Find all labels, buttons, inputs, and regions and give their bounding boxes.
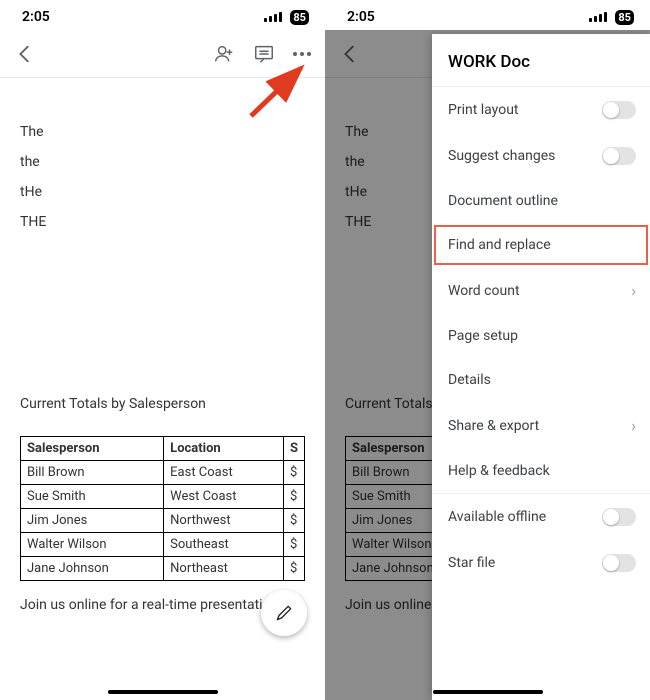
table-header: S [283, 437, 304, 461]
menu-available-offline[interactable]: Available offline [432, 494, 650, 540]
add-person-icon[interactable] [213, 43, 235, 65]
status-bar: 2:05 85 [0, 0, 325, 30]
menu-star-file[interactable]: Star file [432, 540, 650, 586]
document-body: The the tHe THE Current Totals by Salesp… [0, 78, 325, 613]
home-indicator [108, 690, 218, 694]
menu-label: Share & export [448, 418, 539, 434]
status-time: 2:05 [347, 9, 375, 25]
table-row: Bill BrownEast Coast$ [21, 461, 305, 485]
menu-word-count[interactable]: Word count › [432, 267, 650, 314]
doc-text: tHe [20, 184, 305, 200]
toggle-icon[interactable] [602, 147, 636, 165]
menu-suggest-changes[interactable]: Suggest changes [432, 133, 650, 179]
menu-label: Find and replace [448, 237, 551, 253]
chevron-right-icon: › [631, 281, 636, 300]
doc-text: the [20, 154, 305, 170]
comment-icon[interactable] [253, 43, 275, 65]
pencil-icon [274, 603, 294, 623]
menu-details[interactable]: Details [432, 358, 650, 402]
battery-icon: 85 [290, 10, 309, 25]
battery-icon: 85 [615, 10, 634, 25]
menu-label: Page setup [448, 328, 518, 344]
toggle-icon[interactable] [602, 508, 636, 526]
right-pane: 2:05 85 The the tHe THE Current Totals b… [325, 0, 650, 700]
menu-label: Suggest changes [448, 148, 555, 164]
menu-document-outline[interactable]: Document outline [432, 179, 650, 223]
table-row: Jane JohnsonNortheast$ [21, 557, 305, 581]
doc-toolbar [0, 30, 325, 78]
menu-page-setup[interactable]: Page setup [432, 314, 650, 358]
toggle-icon[interactable] [602, 554, 636, 572]
menu-title: WORK Doc [432, 34, 650, 86]
menu-label: Star file [448, 555, 495, 571]
menu-label: Print layout [448, 102, 519, 118]
chevron-right-icon: › [631, 416, 636, 435]
table-header: Location [164, 437, 284, 461]
doc-text: THE [20, 214, 305, 230]
section-heading: Current Totals by Salesperson [20, 396, 305, 412]
menu-label: Available offline [448, 509, 546, 525]
menu-print-layout[interactable]: Print layout [432, 87, 650, 133]
sales-table: Salesperson Location S Bill BrownEast Co… [20, 436, 305, 581]
signal-icon [589, 12, 607, 22]
menu-find-replace[interactable]: Find and replace [432, 223, 650, 267]
table-header: Salesperson [21, 437, 164, 461]
status-right: 85 [264, 10, 309, 25]
more-icon[interactable] [293, 52, 311, 56]
status-right: 85 [589, 10, 634, 25]
doc-text: The [20, 124, 305, 140]
table-header-row: Salesperson Location S [21, 437, 305, 461]
overflow-menu: WORK Doc Print layout Suggest changes Do… [432, 34, 650, 700]
signal-icon [264, 12, 282, 22]
back-icon[interactable] [14, 43, 36, 65]
menu-label: Details [448, 372, 491, 388]
home-indicator [433, 690, 543, 694]
back-icon[interactable] [339, 43, 361, 65]
left-pane: 2:05 85 The the tHe THE [0, 0, 325, 700]
menu-share-export[interactable]: Share & export › [432, 402, 650, 449]
table-row: Walter WilsonSoutheast$ [21, 533, 305, 557]
status-time: 2:05 [22, 9, 50, 25]
status-bar: 2:05 85 [325, 0, 650, 30]
table-row: Jim JonesNorthwest$ [21, 509, 305, 533]
menu-label: Word count [448, 283, 520, 299]
edit-fab[interactable] [261, 590, 307, 636]
menu-label: Document outline [448, 193, 558, 209]
toggle-icon[interactable] [602, 101, 636, 119]
menu.label: Help & feedback [448, 463, 550, 479]
table-row: Sue SmithWest Coast$ [21, 485, 305, 509]
menu-help-feedback[interactable]: Help & feedback [432, 449, 650, 493]
